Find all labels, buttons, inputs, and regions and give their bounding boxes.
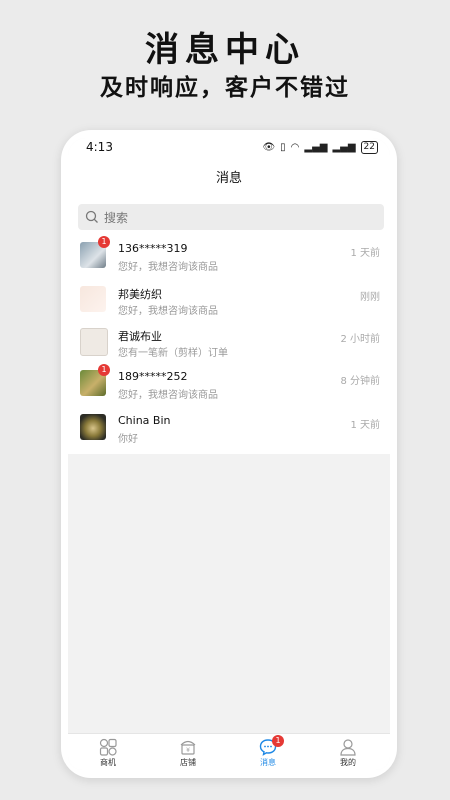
battery-icon: 22 — [360, 141, 378, 154]
shop-icon: ¥ — [180, 740, 196, 755]
unread-badge: 1 — [98, 364, 110, 376]
tab-shop[interactable]: ¥ 店铺 — [148, 734, 228, 770]
promo-title: 消息中心 — [145, 30, 305, 70]
search-bar: 搜索 — [68, 198, 390, 236]
tab-label: 我的 — [340, 758, 356, 767]
conversation-name: 189*****252 — [118, 370, 188, 383]
signal-icon: ▂▄▆ — [332, 142, 356, 153]
conversation-time: 刚刚 — [360, 292, 380, 303]
tab-badge: 1 — [272, 735, 284, 747]
avatar — [80, 328, 108, 356]
conversation-time: 2 小时前 — [340, 334, 380, 345]
conversation-message: 您好，我想咨询该商品 — [118, 390, 218, 401]
conversation-item[interactable]: 1 189*****252 您好，我想咨询该商品 8 分钟前 — [68, 364, 390, 406]
page-title: 消息 — [68, 160, 390, 198]
search-input[interactable]: 搜索 — [78, 204, 384, 230]
conversation-message: 您好，我想咨询该商品 — [118, 306, 218, 317]
conversation-name: 136*****319 — [118, 242, 188, 255]
tab-messages[interactable]: 1 消息 — [228, 734, 308, 770]
tab-label: 消息 — [260, 758, 276, 767]
tab-business[interactable]: 商机 — [68, 734, 148, 770]
conversation-message: 您有一笔新（剪样）订单 — [118, 348, 228, 359]
wifi-icon: ◠ — [290, 142, 300, 153]
bottom-tab-bar: 商机 ¥ 店铺 1 消息 我的 — [68, 733, 390, 770]
conversation-item[interactable]: 君诚布业 您有一笔新（剪样）订单 2 小时前 — [68, 322, 390, 364]
conversation-item[interactable]: 邦美纺织 您好，我想咨询该商品 刚刚 — [68, 280, 390, 322]
conversation-item[interactable]: 1 136*****319 您好，我想咨询该商品 1 天前 — [68, 236, 390, 278]
status-bar: 4:13 👁 ▯ ◠ ▂▄▆ ▂▄▆ 22 — [68, 138, 390, 160]
status-icons: 👁 ▯ ◠ ▂▄▆ ▂▄▆ 22 — [262, 141, 378, 154]
conversation-time: 1 天前 — [350, 248, 380, 259]
conversation-list: 1 136*****319 您好，我想咨询该商品 1 天前 邦美纺织 您好，我想… — [68, 236, 390, 454]
vibrate-icon: ▯ — [280, 142, 286, 153]
app-screen: 4:13 👁 ▯ ◠ ▂▄▆ ▂▄▆ 22 消息 搜索 1 136*****31… — [68, 138, 390, 770]
avatar — [80, 414, 106, 440]
search-icon — [85, 210, 98, 223]
conversation-message: 你好 — [118, 434, 138, 445]
conversation-item[interactable]: China Bin 你好 1 天前 — [68, 408, 390, 450]
status-time: 4:13 — [86, 140, 113, 154]
promo-subtitle: 及时响应，客户不错过 — [100, 75, 350, 101]
conversation-message: 您好，我想咨询该商品 — [118, 262, 218, 273]
conversation-time: 8 分钟前 — [340, 376, 380, 387]
search-placeholder: 搜索 — [104, 211, 129, 225]
conversation-name: 邦美纺织 — [118, 288, 162, 301]
tab-profile[interactable]: 我的 — [308, 734, 388, 770]
signal-icon: ▂▄▆ — [304, 142, 328, 153]
tab-label: 店铺 — [180, 758, 196, 767]
eye-icon: 👁 — [262, 142, 276, 153]
user-icon — [340, 739, 356, 756]
unread-badge: 1 — [98, 236, 110, 248]
avatar — [80, 286, 106, 312]
grid-icon — [99, 738, 117, 756]
tab-label: 商机 — [100, 758, 116, 767]
conversation-time: 1 天前 — [350, 420, 380, 431]
conversation-name: China Bin — [118, 414, 171, 427]
conversation-name: 君诚布业 — [118, 330, 162, 343]
svg-text:¥: ¥ — [186, 747, 190, 754]
